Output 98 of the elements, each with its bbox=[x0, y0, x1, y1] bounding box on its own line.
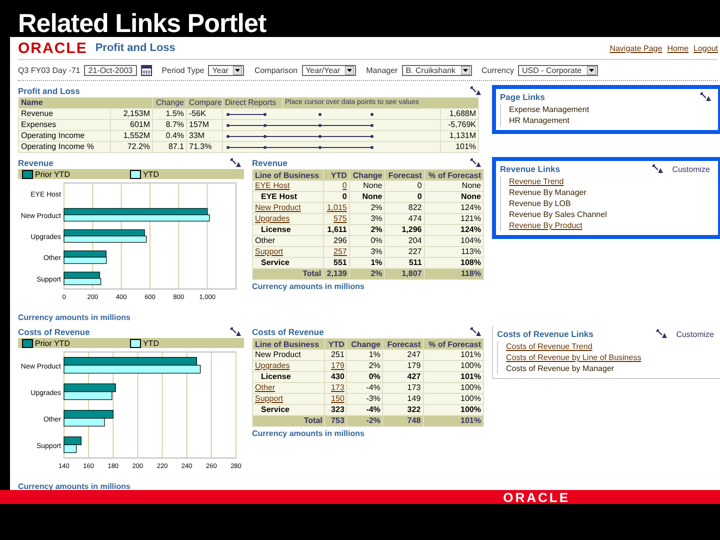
header-link[interactable]: Logout bbox=[694, 44, 718, 52]
footer-logo: ORACLE bbox=[503, 490, 570, 504]
caret-icon bbox=[586, 66, 596, 74]
report-link[interactable]: Revenue By Manager bbox=[509, 187, 714, 198]
legend-label: Prior YTD bbox=[35, 170, 70, 178]
table-cell: Operating Income bbox=[18, 130, 110, 142]
portlet-title: Page Links bbox=[500, 92, 546, 102]
footnote: Currency amounts in millions bbox=[252, 429, 366, 438]
pencil-icon[interactable] bbox=[656, 329, 668, 339]
column-header: Change bbox=[152, 98, 187, 108]
column-header: Change bbox=[349, 170, 385, 180]
table-cell: Support bbox=[252, 246, 324, 258]
portlet-title: Revenue Links bbox=[500, 164, 561, 174]
pencil-icon[interactable] bbox=[470, 158, 482, 168]
portlet-title: Costs of Revenue Links bbox=[497, 329, 594, 339]
portlet-title: Revenue bbox=[252, 158, 288, 168]
table-cell: Other bbox=[252, 236, 324, 246]
oracle-logo: ORACLE bbox=[18, 40, 88, 56]
select-field[interactable]: Year/Year bbox=[302, 64, 356, 76]
pencil-icon[interactable] bbox=[470, 327, 482, 337]
filter-label: Period Type bbox=[162, 66, 204, 74]
column-header: Forecast bbox=[384, 170, 424, 180]
table-cell: License bbox=[252, 372, 325, 382]
report-link[interactable]: Costs of Revenue by Manager bbox=[506, 363, 718, 374]
column-header: % of Forecast bbox=[423, 338, 484, 350]
column-header: % of Forecast bbox=[424, 170, 484, 180]
caret-icon bbox=[233, 66, 242, 74]
report-link[interactable]: Revenue By Product bbox=[509, 220, 714, 231]
bar bbox=[64, 418, 105, 426]
customize-link[interactable]: Customize bbox=[676, 330, 714, 338]
portlet-title: Costs of Revenue bbox=[18, 327, 91, 337]
caret-icon bbox=[345, 66, 354, 74]
page-title: Profit and Loss bbox=[95, 42, 176, 54]
legend-label: Prior YTD bbox=[35, 338, 70, 348]
caret-icon bbox=[460, 66, 470, 74]
bar bbox=[64, 444, 77, 453]
date-field[interactable]: 21-Oct-2003 bbox=[84, 64, 137, 76]
select-field[interactable]: B. Cruikshank bbox=[402, 64, 472, 76]
table-cell: New Product bbox=[252, 202, 324, 214]
table-cell: License bbox=[252, 224, 324, 236]
column-header: Line of Business bbox=[252, 170, 324, 180]
report-link[interactable]: Revenue By LOB bbox=[509, 198, 714, 209]
column-header: Line of Business bbox=[252, 338, 325, 350]
report-link[interactable]: Costs of Revenue by Line of Business bbox=[506, 352, 718, 363]
report-link[interactable]: Revenue Trend bbox=[509, 176, 714, 187]
customize-link[interactable]: Customize bbox=[672, 164, 710, 174]
table-cell: Other bbox=[252, 382, 325, 394]
portlet-title: Profit and Loss bbox=[18, 86, 81, 96]
table-cell: Upgrades bbox=[252, 214, 324, 224]
table-cell: Revenue bbox=[18, 108, 110, 120]
bar bbox=[64, 410, 114, 419]
table-cell: EYE Host bbox=[252, 192, 324, 202]
column-header: Direct Reports bbox=[222, 98, 283, 108]
footnote: Currency amounts in millions bbox=[18, 482, 132, 491]
column-header: Compare bbox=[186, 98, 223, 108]
table-cell: Operating Income % bbox=[18, 142, 110, 152]
portlet-title: Costs of Revenue bbox=[252, 327, 325, 337]
footnote: Currency amounts in millions bbox=[252, 282, 366, 291]
page-link[interactable]: HR Management bbox=[509, 115, 714, 126]
table-cell: EYE Host bbox=[252, 180, 324, 192]
pencil-icon[interactable] bbox=[700, 92, 712, 102]
table-cell: Support bbox=[252, 394, 325, 404]
footnote: Currency amounts in millions bbox=[18, 313, 132, 322]
table-cell: New Product bbox=[252, 350, 325, 360]
column-header: YTD bbox=[324, 170, 350, 180]
pencil-icon[interactable] bbox=[230, 327, 242, 337]
table-cell: Total bbox=[252, 268, 324, 280]
table-cell: Expenses bbox=[18, 120, 110, 130]
filter-label: Manager bbox=[366, 66, 398, 74]
calendar-icon[interactable] bbox=[140, 64, 152, 76]
column-header: YTD bbox=[324, 338, 347, 350]
table-cell: Total bbox=[252, 416, 325, 426]
header-link[interactable]: Navigate Page bbox=[610, 44, 662, 52]
column-header: Name bbox=[18, 98, 153, 108]
filter-label: Currency bbox=[482, 66, 514, 74]
pencil-icon[interactable] bbox=[652, 164, 664, 174]
header-link[interactable]: Home bbox=[667, 44, 689, 52]
pencil-icon[interactable] bbox=[470, 86, 482, 96]
select-field[interactable]: USD - Corporate bbox=[518, 64, 598, 76]
report-link[interactable]: Revenue By Sales Channel bbox=[509, 209, 714, 220]
legend-label: YTD bbox=[142, 338, 159, 348]
portlet-title: Revenue bbox=[18, 158, 54, 168]
bar bbox=[64, 391, 112, 400]
column-header: Forecast bbox=[382, 338, 424, 350]
pencil-icon[interactable] bbox=[230, 158, 242, 168]
legend-label: YTD bbox=[142, 170, 159, 178]
table-cell: Service bbox=[252, 404, 325, 416]
bar bbox=[64, 384, 116, 392]
page-link[interactable]: Expense Management bbox=[509, 104, 714, 115]
bar bbox=[64, 436, 82, 446]
table-cell: Service bbox=[252, 258, 324, 268]
report-link[interactable]: Costs of Revenue Trend bbox=[506, 341, 718, 352]
select-field[interactable]: Year bbox=[208, 64, 244, 76]
period-label: Q3 FY03 Day -71 bbox=[18, 66, 80, 74]
table-cell: Upgrades bbox=[252, 360, 325, 372]
filter-label: Comparison bbox=[254, 66, 298, 74]
slide-title: Related Links Portlet bbox=[17, 7, 268, 37]
column-header: Change bbox=[346, 338, 383, 350]
